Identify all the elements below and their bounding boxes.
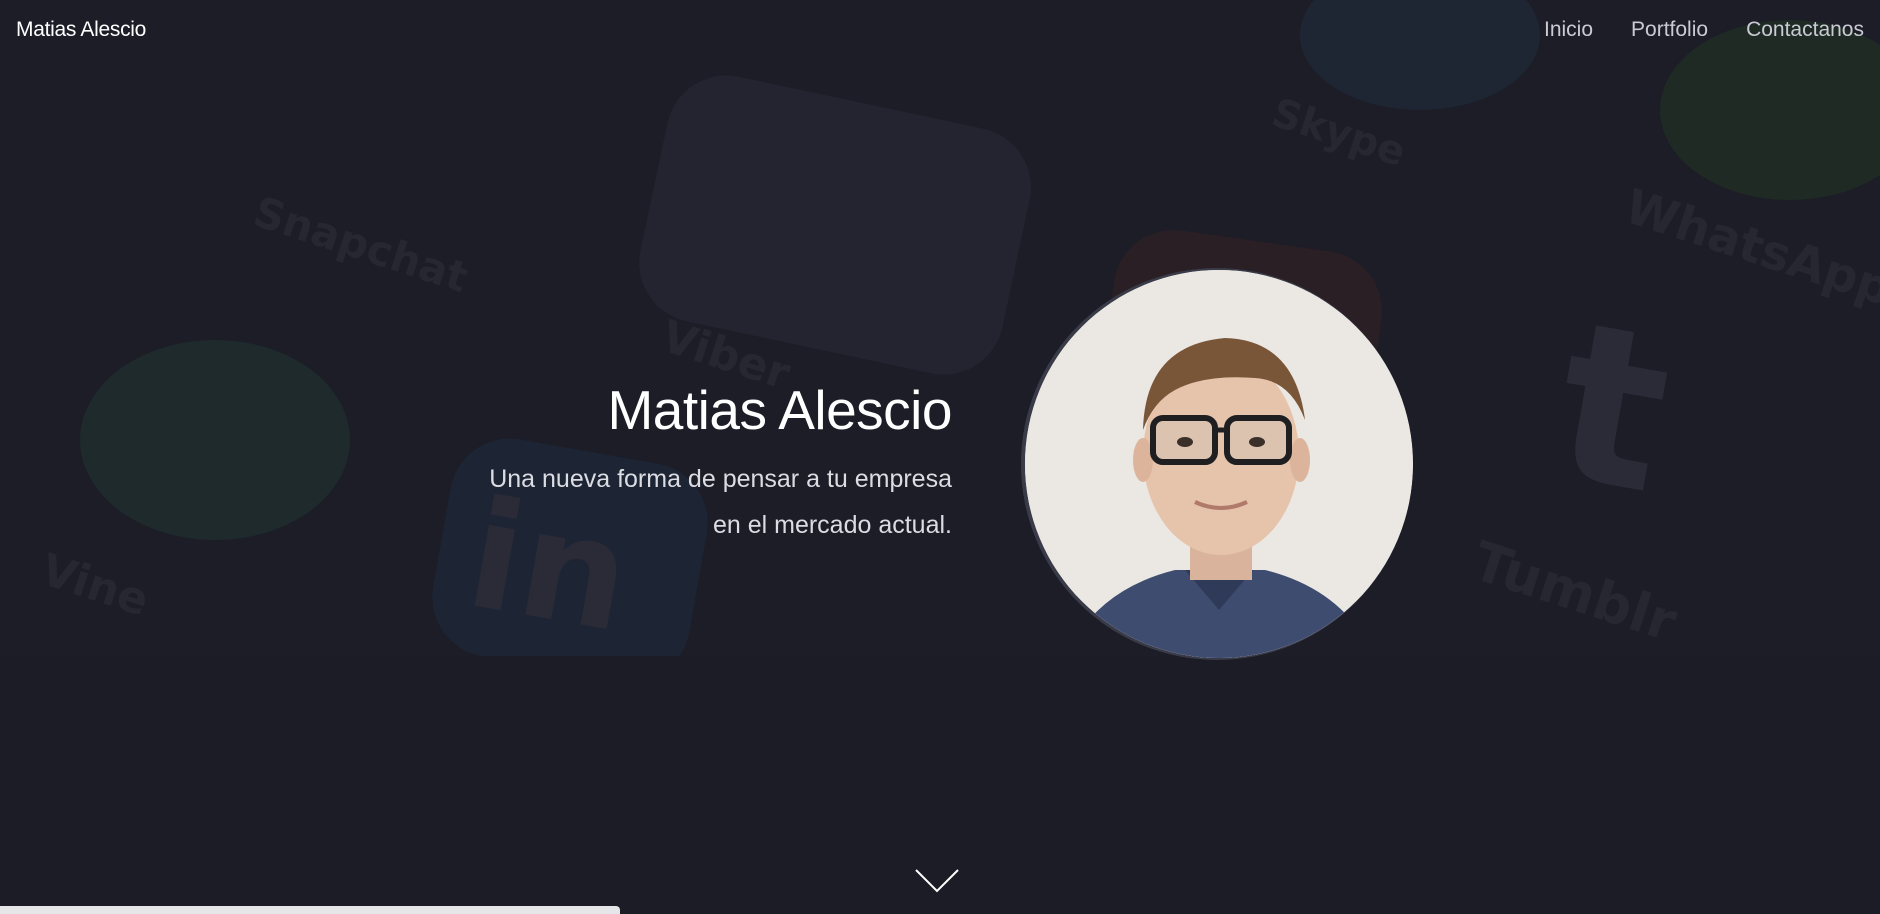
brand-link[interactable]: Matias Alescio bbox=[16, 18, 146, 42]
nav-menu: Inicio Portfolio Contactanos bbox=[1544, 18, 1864, 42]
avatar-frame bbox=[1021, 268, 1413, 660]
nav-link-portfolio[interactable]: Portfolio bbox=[1631, 18, 1708, 42]
avatar bbox=[1025, 270, 1413, 658]
hero-text: Matias Alescio Una nueva forma de pensar… bbox=[392, 378, 952, 548]
nav-link-contactanos[interactable]: Contactanos bbox=[1746, 18, 1864, 42]
hero-background: Vine Tumblr WhatsApp Viber Skype Snapcha… bbox=[0, 0, 1880, 656]
profile-photo-illustration bbox=[1025, 270, 1413, 658]
bg-label-snapchat: Snapchat bbox=[247, 186, 474, 303]
nav-link-inicio[interactable]: Inicio bbox=[1544, 18, 1593, 42]
scroll-progress-bar bbox=[0, 906, 621, 914]
hero-subtitle-line-2: en el mercado actual. bbox=[712, 511, 952, 539]
hero-title: Matias Alescio bbox=[607, 379, 952, 441]
navbar: Matias Alescio Inicio Portfolio Contacta… bbox=[0, 0, 1880, 60]
hero-subtitle-line-1: Una nueva forma de pensar a tu empresa bbox=[489, 465, 952, 493]
tumblr-t-glyph: t bbox=[1538, 272, 1687, 544]
vine-app-circle bbox=[80, 340, 350, 540]
scroll-down-button[interactable] bbox=[914, 868, 960, 894]
hero-subtitle: Una nueva forma de pensar a tu empresa e… bbox=[392, 456, 952, 548]
bg-label-vine: Vine bbox=[34, 544, 155, 627]
bg-label-tumblr: Tumblr bbox=[1465, 529, 1685, 654]
chevron-down-icon bbox=[915, 869, 959, 893]
